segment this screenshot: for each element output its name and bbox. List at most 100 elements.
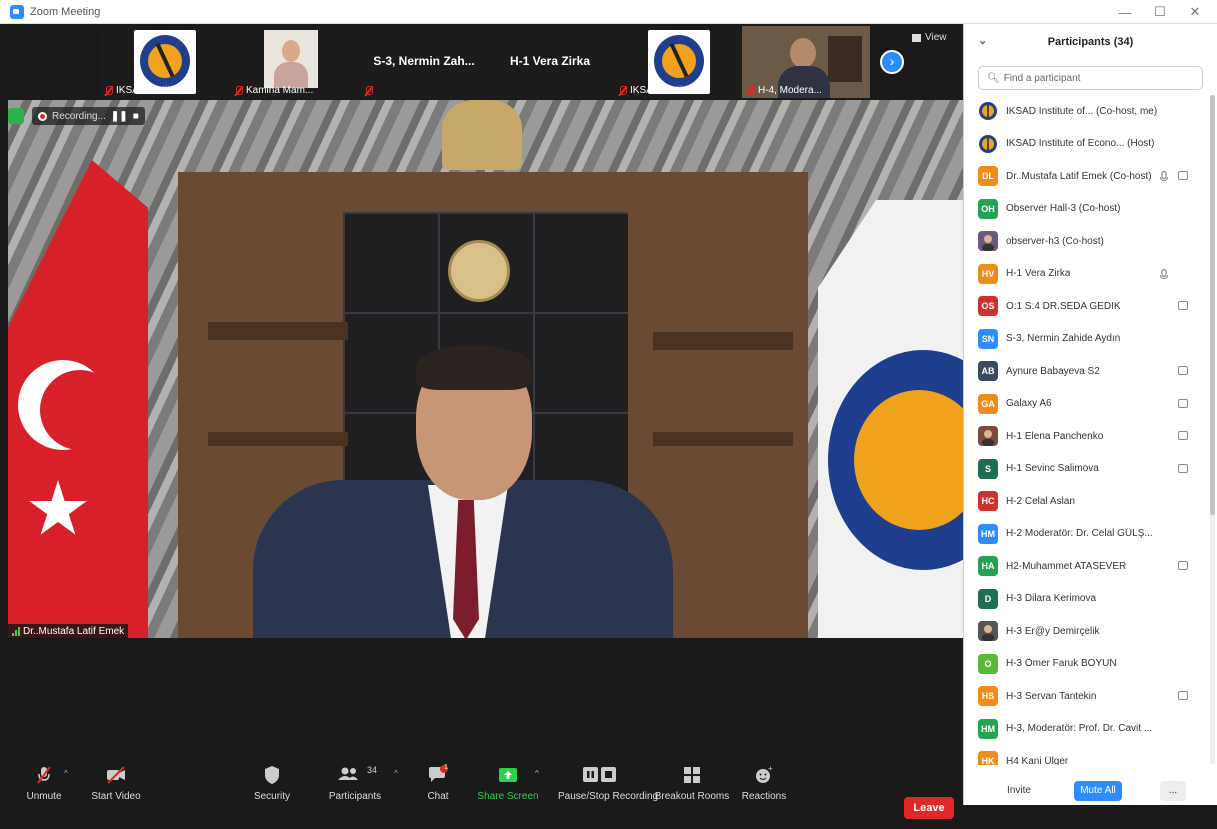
- panel-footer: Invite Mute All ...: [964, 773, 1217, 805]
- participant-name: H-3 Servan Tantekin: [1006, 690, 1097, 702]
- audio-options-caret[interactable]: ^: [64, 769, 68, 778]
- svg-text:+: +: [768, 765, 773, 773]
- participant-row[interactable]: HS H-3 Servan Tantekin: [964, 680, 1208, 713]
- panel-header: ⌄ Participants (34): [964, 24, 1217, 60]
- participant-row[interactable]: observer-h3 (Co-host): [964, 225, 1208, 258]
- mic-icon[interactable]: [1158, 170, 1170, 182]
- close-button[interactable]: ✕: [1178, 0, 1212, 24]
- participants-panel: ⌄ Participants (34) 🔍︎ Find a participan…: [963, 24, 1217, 805]
- avatar: SN: [978, 328, 998, 349]
- reactions-button[interactable]: + Reactions: [724, 764, 804, 802]
- unmute-button[interactable]: Unmute: [4, 765, 84, 802]
- participant-search-input[interactable]: 🔍︎ Find a participant: [978, 66, 1203, 90]
- video-icon: [1178, 691, 1188, 700]
- participant-name: observer-h3 (Co-host): [1006, 235, 1104, 247]
- collapse-chevron-icon[interactable]: ⌄: [978, 34, 987, 47]
- avatar: DL: [978, 166, 998, 187]
- invite-button[interactable]: Invite: [1000, 781, 1038, 801]
- avatar: HV: [978, 263, 998, 284]
- share-options-caret[interactable]: ^: [535, 769, 539, 778]
- thumbnail-tile[interactable]: IKSAD Institut...: [614, 26, 742, 98]
- participant-name: S-3, Nermin Zahide Aydın: [1006, 333, 1121, 345]
- avatar: OH: [978, 198, 998, 219]
- avatar: AB: [978, 361, 998, 382]
- thumbnail-title: S-3, Nermin Zah...: [373, 54, 475, 68]
- thumbnail-tile[interactable]: H-1 Vera Zirka: [486, 26, 614, 98]
- participant-row[interactable]: SN S-3, Nermin Zahide Aydın: [964, 323, 1208, 356]
- participant-row[interactable]: HC H-2 Celal Aslan: [964, 485, 1208, 518]
- breakout-rooms-icon: [652, 765, 732, 785]
- thumbnail-tile[interactable]: H-4, Modera...: [742, 26, 870, 98]
- participant-row[interactable]: IKSAD Institute of... (Co-host, me): [964, 95, 1208, 128]
- participant-row[interactable]: OS O:1 S:4 DR.SEDA GEDİK: [964, 290, 1208, 323]
- minimize-button[interactable]: —: [1108, 0, 1142, 24]
- pause-stop-recording-button[interactable]: Pause/Stop Recording: [558, 765, 658, 802]
- participant-name: Observer Hall-3 (Co-host): [1006, 203, 1121, 215]
- leave-button[interactable]: Leave: [904, 797, 954, 819]
- next-page-arrow-icon[interactable]: ›: [880, 50, 904, 74]
- participant-row[interactable]: HM H-2 Moderatör: Dr. Celal GÜLŞ...: [964, 518, 1208, 551]
- mute-all-button[interactable]: Mute All: [1074, 781, 1122, 801]
- participant-row[interactable]: HK H4 Kani Ülger: [964, 745, 1208, 765]
- maximize-button[interactable]: ☐: [1143, 0, 1177, 24]
- avatar: S: [978, 458, 998, 479]
- participant-row[interactable]: H-1 Elena Panchenko: [964, 420, 1208, 453]
- view-button[interactable]: View: [912, 32, 947, 43]
- thumbnail-tile[interactable]: S-3, Nermin Zah...: [360, 26, 488, 98]
- participant-name: H4 Kani Ülger: [1006, 755, 1069, 765]
- thumbnail-title: H-1 Vera Zirka: [509, 54, 591, 68]
- security-button[interactable]: Security: [232, 765, 312, 802]
- chat-icon: 1: [398, 764, 478, 785]
- mic-muted-icon: [234, 85, 243, 96]
- pause-stop-icon: [558, 765, 642, 785]
- participants-count: 34: [367, 765, 378, 775]
- participant-row[interactable]: DL Dr..Mustafa Latif Emek (Co-host): [964, 160, 1208, 193]
- avatar: [978, 621, 998, 642]
- participant-name: H-2 Moderatör: Dr. Celal GÜLŞ...: [1006, 528, 1153, 540]
- chat-button[interactable]: 1 Chat: [398, 764, 478, 802]
- participant-name: IKSAD Institute of... (Co-host, me): [1006, 105, 1158, 117]
- stop-recording-icon[interactable]: ■: [133, 111, 139, 122]
- video-thumbnail-strip: IKSAD Institut... Kamina Mam... S-3, Ner…: [0, 24, 963, 100]
- thumbnail-tile[interactable]: IKSAD Institut...: [100, 26, 228, 98]
- participant-name: H-1 Elena Panchenko: [1006, 430, 1104, 442]
- panel-title: Participants (34): [1047, 36, 1134, 48]
- mic-muted-icon: [618, 85, 627, 96]
- participant-name: H-3 Ömer Faruk BOYUN: [1006, 658, 1117, 670]
- avatar: HA: [978, 556, 998, 577]
- thumbnail-tile[interactable]: Kamina Mam...: [230, 26, 358, 98]
- bust-statue: [442, 100, 522, 170]
- participant-row[interactable]: O H-3 Ömer Faruk BOYUN: [964, 648, 1208, 681]
- participant-list-scrollbar[interactable]: [1210, 95, 1215, 765]
- video-icon: [1178, 366, 1188, 375]
- audio-level-icon: [12, 627, 20, 636]
- thumbnail-name: IKSAD Institut...: [630, 85, 701, 96]
- title-bar: Zoom Meeting — ☐ ✕: [0, 0, 1217, 24]
- participant-row[interactable]: D H-3 Dilara Kerimova: [964, 583, 1208, 616]
- avatar: HC: [978, 491, 998, 512]
- participant-row[interactable]: GA Galaxy A6: [964, 388, 1208, 421]
- pause-recording-icon[interactable]: ❚❚: [111, 111, 128, 122]
- more-options-button[interactable]: ...: [1160, 781, 1186, 801]
- participant-row[interactable]: HA H2-Muhammet ATASEVER: [964, 550, 1208, 583]
- participant-row[interactable]: S H-1 Sevinc Salimova: [964, 453, 1208, 486]
- breakout-rooms-button[interactable]: Breakout Rooms: [652, 765, 732, 802]
- participant-row[interactable]: HM H-3, Moderatör: Prof. Dr. Cavit ...: [964, 713, 1208, 746]
- participant-row[interactable]: IKSAD Institute of Econo... (Host): [964, 128, 1208, 161]
- mic-icon[interactable]: [1158, 268, 1170, 280]
- participant-row[interactable]: HV H-1 Vera Zirka: [964, 258, 1208, 291]
- participant-name: Aynure Babayeva S2: [1006, 365, 1100, 377]
- avatar: D: [978, 588, 998, 609]
- grid-icon: [912, 33, 921, 42]
- participants-button[interactable]: 34 Participants: [315, 765, 395, 802]
- avatar: O: [978, 653, 998, 674]
- participant-row[interactable]: OH Observer Hall-3 (Co-host): [964, 193, 1208, 226]
- video-icon: [1178, 561, 1188, 570]
- avatar: GA: [978, 393, 998, 414]
- participant-row[interactable]: H-3 Er@y Demirçelik: [964, 615, 1208, 648]
- avatar: [978, 133, 998, 154]
- recording-pill: Recording... ❚❚ ■: [32, 107, 145, 125]
- shield-icon: [232, 765, 312, 785]
- start-video-button[interactable]: Start Video: [76, 765, 156, 802]
- participant-row[interactable]: AB Aynure Babayeva S2: [964, 355, 1208, 388]
